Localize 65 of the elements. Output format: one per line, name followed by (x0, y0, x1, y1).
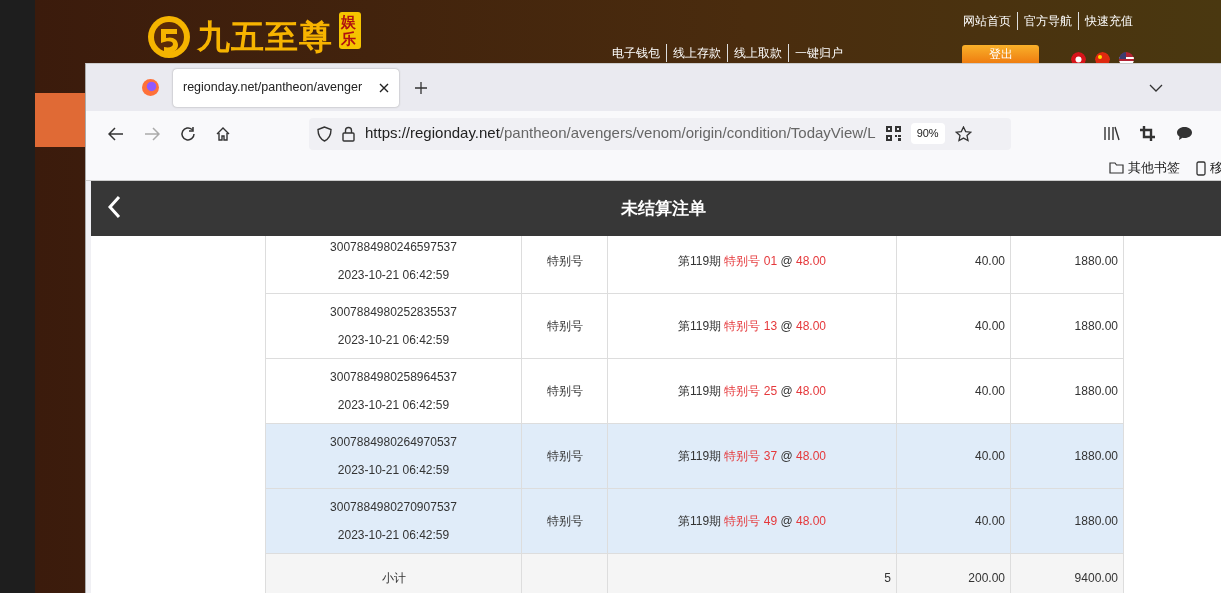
bet-content: 第119期 特别号 37 @ 48.00 (677, 449, 826, 463)
shield-icon (317, 125, 332, 142)
tab-title: regionday.net/pantheon/avenger (183, 79, 363, 97)
browser-tab[interactable]: regionday.net/pantheon/avenger (173, 68, 399, 107)
logo-badge: 娱乐 (339, 12, 361, 49)
table-cell: 小计 (265, 553, 522, 593)
nav-link-text[interactable]: 官方导航 (1017, 12, 1072, 30)
table-cell: 1880.00 (1010, 423, 1124, 489)
chat-icon[interactable] (1176, 126, 1193, 141)
table-cell: 40.00 (896, 293, 1011, 359)
reload-icon[interactable] (180, 125, 196, 142)
close-icon[interactable] (379, 82, 389, 93)
zoom-level[interactable]: 90% (910, 123, 945, 144)
bet-content: 第119期 特别号 01 @ 48.00 (677, 254, 826, 268)
url-text: https://regionday.net/pantheon/avengers/venom/origin/condition/TodayView/L (365, 123, 876, 144)
table-cell: 200.00 (896, 553, 1011, 593)
table-cell: 特别号 (521, 293, 608, 359)
bet-time: 2023-10-21 06:42:59 (336, 267, 451, 284)
library-icon[interactable] (1103, 126, 1120, 141)
bookmark-folder[interactable]: 其他书签 (1128, 158, 1180, 178)
table-cell: 1880.00 (1010, 293, 1124, 359)
page-block (35, 93, 85, 147)
bet-id: 3007884980258964537 (329, 369, 458, 386)
table-cell: 特别号 (521, 358, 608, 424)
table-cell: 1880.00 (1010, 358, 1124, 424)
bet-id: 3007884980264970537 (329, 434, 458, 451)
nav-link-text[interactable]: 线上取款 (727, 44, 782, 62)
table-cell: 5 (607, 553, 897, 593)
bet-content: 第119期 特别号 49 @ 48.00 (677, 514, 826, 528)
bet-id: 3007884980252835537 (329, 304, 458, 321)
table-cell: 40.00 (896, 423, 1011, 489)
star-icon[interactable] (954, 125, 972, 142)
table-cell: 9400.00 (1010, 553, 1124, 593)
bet-time: 2023-10-21 06:42:59 (336, 397, 451, 414)
bet-id: 3007884980246597537 (329, 239, 458, 256)
lock-icon (342, 125, 355, 142)
nav-link-text[interactable]: 线上存款 (666, 44, 721, 62)
nav-link-text[interactable]: 快速充值 (1078, 12, 1133, 30)
home-icon[interactable] (215, 125, 231, 142)
nav-link-text[interactable]: 电子钱包 (612, 44, 660, 62)
browser-logo-icon (142, 79, 159, 96)
crop-icon[interactable] (1140, 126, 1155, 141)
nav-link-text[interactable]: 网站首页 (963, 12, 1011, 30)
table-cell: 40.00 (896, 488, 1011, 554)
bet-content: 第119期 特别号 25 @ 48.00 (677, 384, 826, 398)
address-bar[interactable]: https://regionday.net/pantheon/avengers/venom/origin/condition/TodayView/L 90% (309, 117, 1011, 150)
logo-text: 九五至尊 (197, 16, 333, 58)
table-cell: 特别号 (521, 488, 608, 554)
table-cell: 40.00 (896, 358, 1011, 424)
bet-time: 2023-10-21 06:42:59 (336, 332, 451, 349)
table-cell: 特别号 (521, 423, 608, 489)
phone-icon (1196, 160, 1206, 176)
folder-icon (1109, 162, 1124, 174)
qr-code-icon[interactable] (885, 126, 901, 141)
table-cell: 1880.00 (1010, 488, 1124, 554)
chevron-down-icon[interactable] (1149, 83, 1163, 92)
page-title: 未结算注单 (620, 197, 706, 220)
bet-time: 2023-10-21 06:42:59 (336, 462, 451, 479)
bet-content: 第119期 特别号 13 @ 48.00 (677, 319, 826, 333)
bet-time: 2023-10-21 06:42:59 (336, 527, 451, 544)
new-tab-icon[interactable] (415, 81, 427, 94)
nav-link-text[interactable]: 一键归户 (788, 44, 843, 62)
bet-id: 3007884980270907537 (329, 499, 458, 516)
back-icon[interactable] (108, 126, 124, 141)
logo-icon (147, 14, 191, 59)
